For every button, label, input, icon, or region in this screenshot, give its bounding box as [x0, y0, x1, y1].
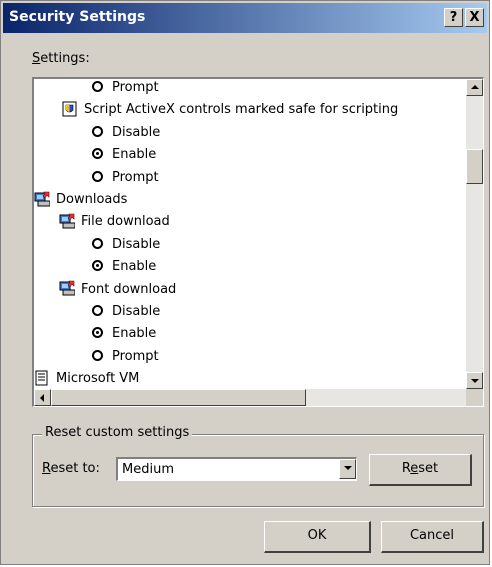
document-icon: [34, 370, 50, 386]
setting-downloads[interactable]: Downloads: [34, 189, 127, 211]
tree-row-label: Microsoft VM: [56, 371, 140, 387]
setting-script-activex-controls-marked-safe-for-scripting[interactable]: Script ActiveX controls marked safe for …: [62, 99, 398, 121]
dropdown-button[interactable]: [339, 459, 356, 479]
scroll-up-button[interactable]: [466, 79, 483, 96]
window-title: Security Settings: [9, 9, 146, 25]
vertical-scrollbar[interactable]: [466, 79, 483, 389]
radio-checked[interactable]: [92, 148, 103, 160]
settings-tree[interactable]: Prompt Script ActiveX controls marked saf…: [32, 77, 484, 407]
scroll-down-button[interactable]: [466, 372, 483, 389]
option-disable[interactable]: Disable: [92, 301, 160, 323]
setting-font-download[interactable]: Font download: [59, 279, 176, 301]
script-shield-icon: [62, 101, 78, 117]
tree-row-label: Enable: [112, 326, 157, 342]
settings-label: Settings:: [32, 51, 90, 66]
radio-unchecked[interactable]: [92, 349, 103, 361]
vertical-scroll-thumb[interactable]: [466, 149, 483, 184]
tree-row-label: File download: [81, 214, 170, 230]
radio-unchecked[interactable]: [92, 125, 103, 137]
tree-row-label: Prompt: [112, 80, 159, 95]
tree-row-label: Prompt: [112, 169, 159, 185]
download-icon: [59, 280, 76, 296]
tree-row-label: Script ActiveX controls marked safe for …: [84, 102, 399, 118]
scroll-left-button[interactable]: [34, 389, 51, 406]
tree-row-label: Enable: [112, 259, 157, 275]
reset-to-label: Reset to:: [42, 461, 100, 476]
radio-unchecked[interactable]: [92, 170, 103, 182]
cancel-button[interactable]: Cancel: [381, 521, 484, 553]
radio-unchecked[interactable]: [92, 237, 103, 249]
tree-row-label: Font download: [81, 281, 177, 297]
reset-group-title: Reset custom settings: [42, 425, 193, 440]
reset-level-select[interactable]: Medium: [116, 457, 357, 481]
tree-row-label: Disable: [112, 304, 161, 319]
option-enable-selected[interactable]: Enable: [92, 144, 156, 166]
reset-level-value: Medium: [122, 462, 174, 477]
tree-row-label: Enable: [112, 147, 157, 163]
option-enable-selected[interactable]: Enable: [92, 323, 156, 345]
help-button[interactable]: ?: [444, 8, 463, 27]
option-enable-selected[interactable]: Enable: [92, 256, 156, 278]
option-prompt[interactable]: Prompt: [92, 167, 159, 189]
option-disable[interactable]: Disable: [92, 234, 160, 256]
tree-row-label: Prompt: [112, 348, 159, 364]
radio-unchecked[interactable]: [92, 305, 103, 316]
option-prompt[interactable]: Prompt: [92, 79, 159, 99]
security-settings-dialog: Security Settings ? X Settings: Prompt Sc…: [0, 0, 490, 565]
tree-row-label: Disable: [112, 124, 161, 140]
scroll-corner: [466, 389, 483, 406]
option-prompt[interactable]: Prompt: [92, 346, 159, 368]
ok-button[interactable]: OK: [264, 521, 371, 553]
setting-microsoft-vm[interactable]: Microsoft VM: [34, 368, 139, 390]
title-bar[interactable]: Security Settings ? X: [3, 3, 487, 33]
radio-checked[interactable]: [92, 260, 103, 272]
radio-unchecked[interactable]: [92, 81, 103, 92]
download-icon: [34, 191, 51, 207]
option-disable[interactable]: Disable: [92, 122, 160, 144]
reset-button[interactable]: Reset: [369, 454, 472, 486]
tree-row-label: Disable: [112, 236, 161, 252]
setting-file-download[interactable]: File download: [59, 211, 170, 233]
horizontal-scroll-thumb[interactable]: [51, 389, 306, 406]
radio-checked[interactable]: [92, 327, 103, 339]
download-icon: [59, 213, 76, 229]
horizontal-scrollbar[interactable]: [34, 389, 483, 406]
close-button[interactable]: X: [465, 8, 484, 27]
tree-row-label: Downloads: [56, 192, 128, 207]
